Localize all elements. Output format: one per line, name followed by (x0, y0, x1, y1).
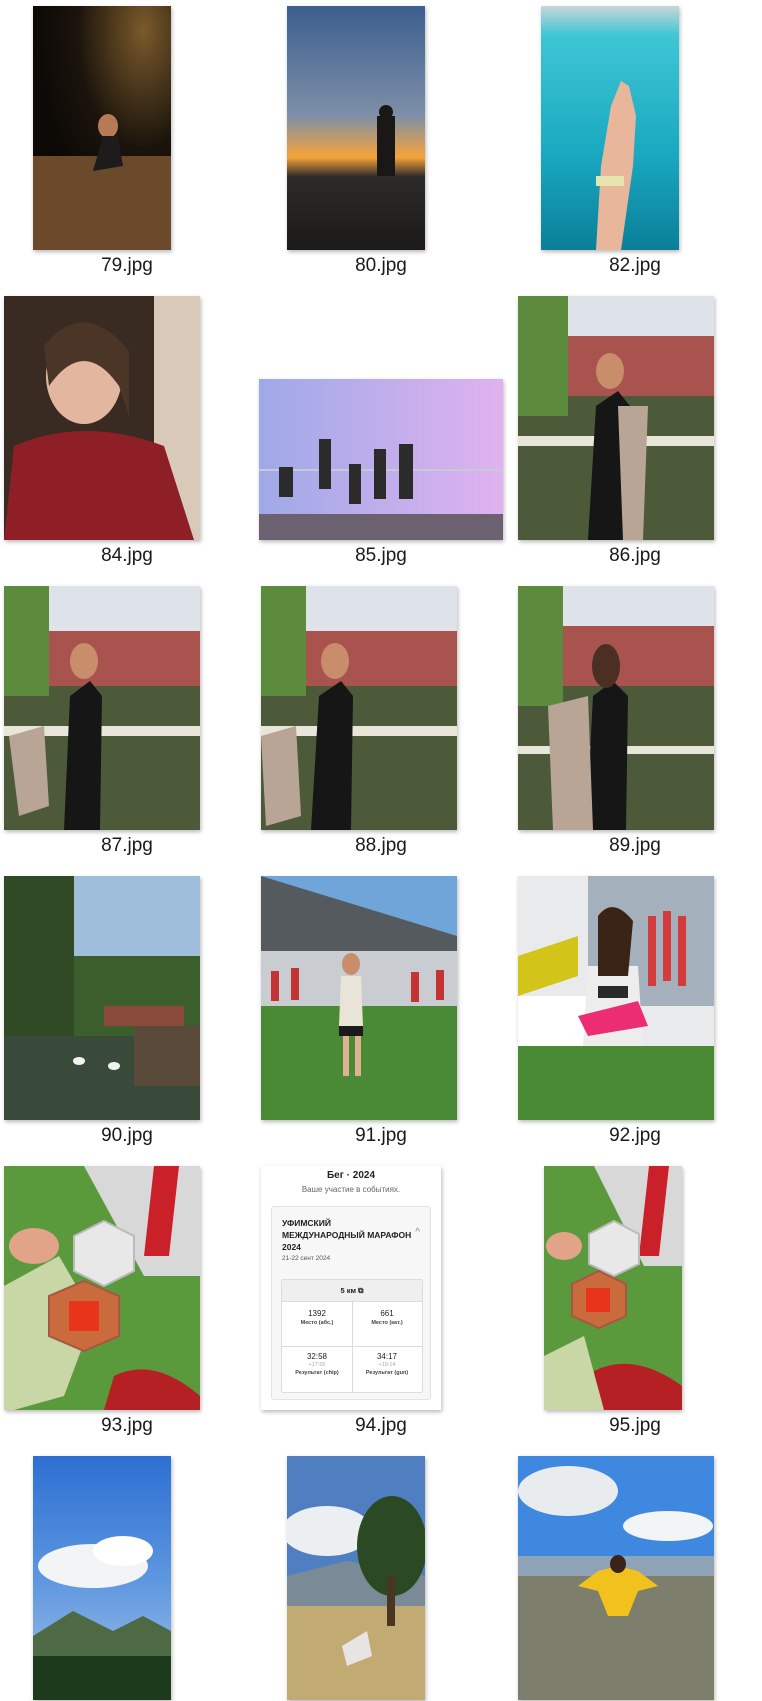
file-name: 91.jpg (355, 1125, 407, 1146)
thumbnail-image (33, 1456, 171, 1700)
result-cell: 661 Место (кат.) (352, 1301, 422, 1346)
event-card: УФИМСКИЙ МЕЖДУНАРОДНЫЙ МАРАФОН 2024 21-2… (271, 1206, 431, 1400)
file-item-97[interactable] (254, 1456, 508, 1701)
file-item-79[interactable]: 79.jpg (0, 6, 254, 296)
file-item-84[interactable]: 84.jpg (0, 296, 254, 586)
thumbnail-image (4, 876, 200, 1120)
thumbnail-image (4, 296, 200, 540)
file-item-86[interactable]: 86.jpg (508, 296, 762, 586)
file-item-89[interactable]: 89.jpg (508, 586, 762, 876)
file-item-88[interactable]: 88.jpg (254, 586, 508, 876)
event-title: УФИМСКИЙ МЕЖДУНАРОДНЫЙ МАРАФОН 2024 (282, 1218, 412, 1252)
results-table: 5 км ⧉ 1392 Место (абс.) 661 Место (кат.… (281, 1279, 423, 1393)
file-name: 85.jpg (355, 545, 407, 566)
event-date: 21-22 сент 2024 (282, 1255, 331, 1262)
file-name: 80.jpg (355, 255, 407, 276)
file-name: 93.jpg (101, 1415, 153, 1436)
file-item-95[interactable]: 95.jpg (508, 1166, 762, 1456)
file-item-94[interactable]: Бег · 2024 Ваше участие в событиях. УФИМ… (254, 1166, 508, 1456)
file-name: 87.jpg (101, 835, 153, 856)
file-item-82[interactable]: 82.jpg (508, 6, 762, 296)
thumbnail-image (518, 296, 714, 540)
file-name: 79.jpg (101, 255, 153, 276)
thumbnail-image (261, 876, 457, 1120)
thumbnail-image: Бег · 2024 Ваше участие в событиях. УФИМ… (261, 1166, 441, 1410)
file-name: 90.jpg (101, 1125, 153, 1146)
result-cell: 32:58 +17:55 Результат (chip) (282, 1346, 352, 1391)
file-item-90[interactable]: 90.jpg (0, 876, 254, 1166)
result-cell: 1392 Место (абс.) (282, 1301, 352, 1346)
file-name: 92.jpg (609, 1125, 661, 1146)
thumbnail-image (4, 1166, 200, 1410)
chevron-up-icon: ^ (415, 1227, 420, 1238)
file-item-93[interactable]: 93.jpg (0, 1166, 254, 1456)
thumbnail-image (4, 586, 200, 830)
file-item-80[interactable]: 80.jpg (254, 6, 508, 296)
file-thumbnail-grid: 79.jpg 80.jpg 82.jpg 84.jpg 85.jpg 86.jp… (0, 0, 762, 1701)
gun-value: 34:17 (376, 1352, 398, 1361)
gun-label: Результат (gun) (365, 1370, 409, 1376)
thumbnail-image (541, 6, 679, 250)
thumbnail-image (544, 1166, 682, 1410)
screenshot-header: Бег · 2024 (326, 1170, 376, 1181)
file-item-85[interactable]: 85.jpg (254, 296, 508, 586)
file-item-92[interactable]: 92.jpg (508, 876, 762, 1166)
thumbnail-image (259, 379, 503, 540)
file-name: 94.jpg (355, 1415, 407, 1436)
place-cat-value: 661 (380, 1309, 394, 1318)
place-abs-label: Место (абс.) (300, 1320, 334, 1326)
thumbnail-image (518, 876, 714, 1120)
thumbnail-image (518, 586, 714, 830)
file-item-87[interactable]: 87.jpg (0, 586, 254, 876)
file-name: 95.jpg (609, 1415, 661, 1436)
chip-delta: +17:55 (308, 1362, 326, 1368)
thumbnail-image (33, 6, 171, 250)
result-cell: 34:17 +19:14 Результат (gun) (352, 1346, 422, 1391)
place-abs-value: 1392 (308, 1309, 326, 1318)
file-name: 89.jpg (609, 835, 661, 856)
file-name: 82.jpg (609, 255, 661, 276)
file-item-98[interactable] (508, 1456, 762, 1701)
thumbnail-image (518, 1456, 714, 1700)
file-item-91[interactable]: 91.jpg (254, 876, 508, 1166)
thumbnail-image (261, 586, 457, 830)
thumbnail-image (287, 6, 425, 250)
chip-label: Результат (chip) (295, 1370, 339, 1376)
file-name: 88.jpg (355, 835, 407, 856)
gun-delta: +19:14 (378, 1362, 396, 1368)
file-item-96[interactable] (0, 1456, 254, 1701)
distance-label: 5 км ⧉ (282, 1280, 422, 1302)
chip-value: 32:58 (306, 1352, 328, 1361)
file-name: 84.jpg (101, 545, 153, 566)
thumbnail-image (287, 1456, 425, 1700)
screenshot-subheader: Ваше участие в событиях. (301, 1185, 401, 1194)
file-name: 86.jpg (609, 545, 661, 566)
place-cat-label: Место (кат.) (371, 1320, 403, 1326)
